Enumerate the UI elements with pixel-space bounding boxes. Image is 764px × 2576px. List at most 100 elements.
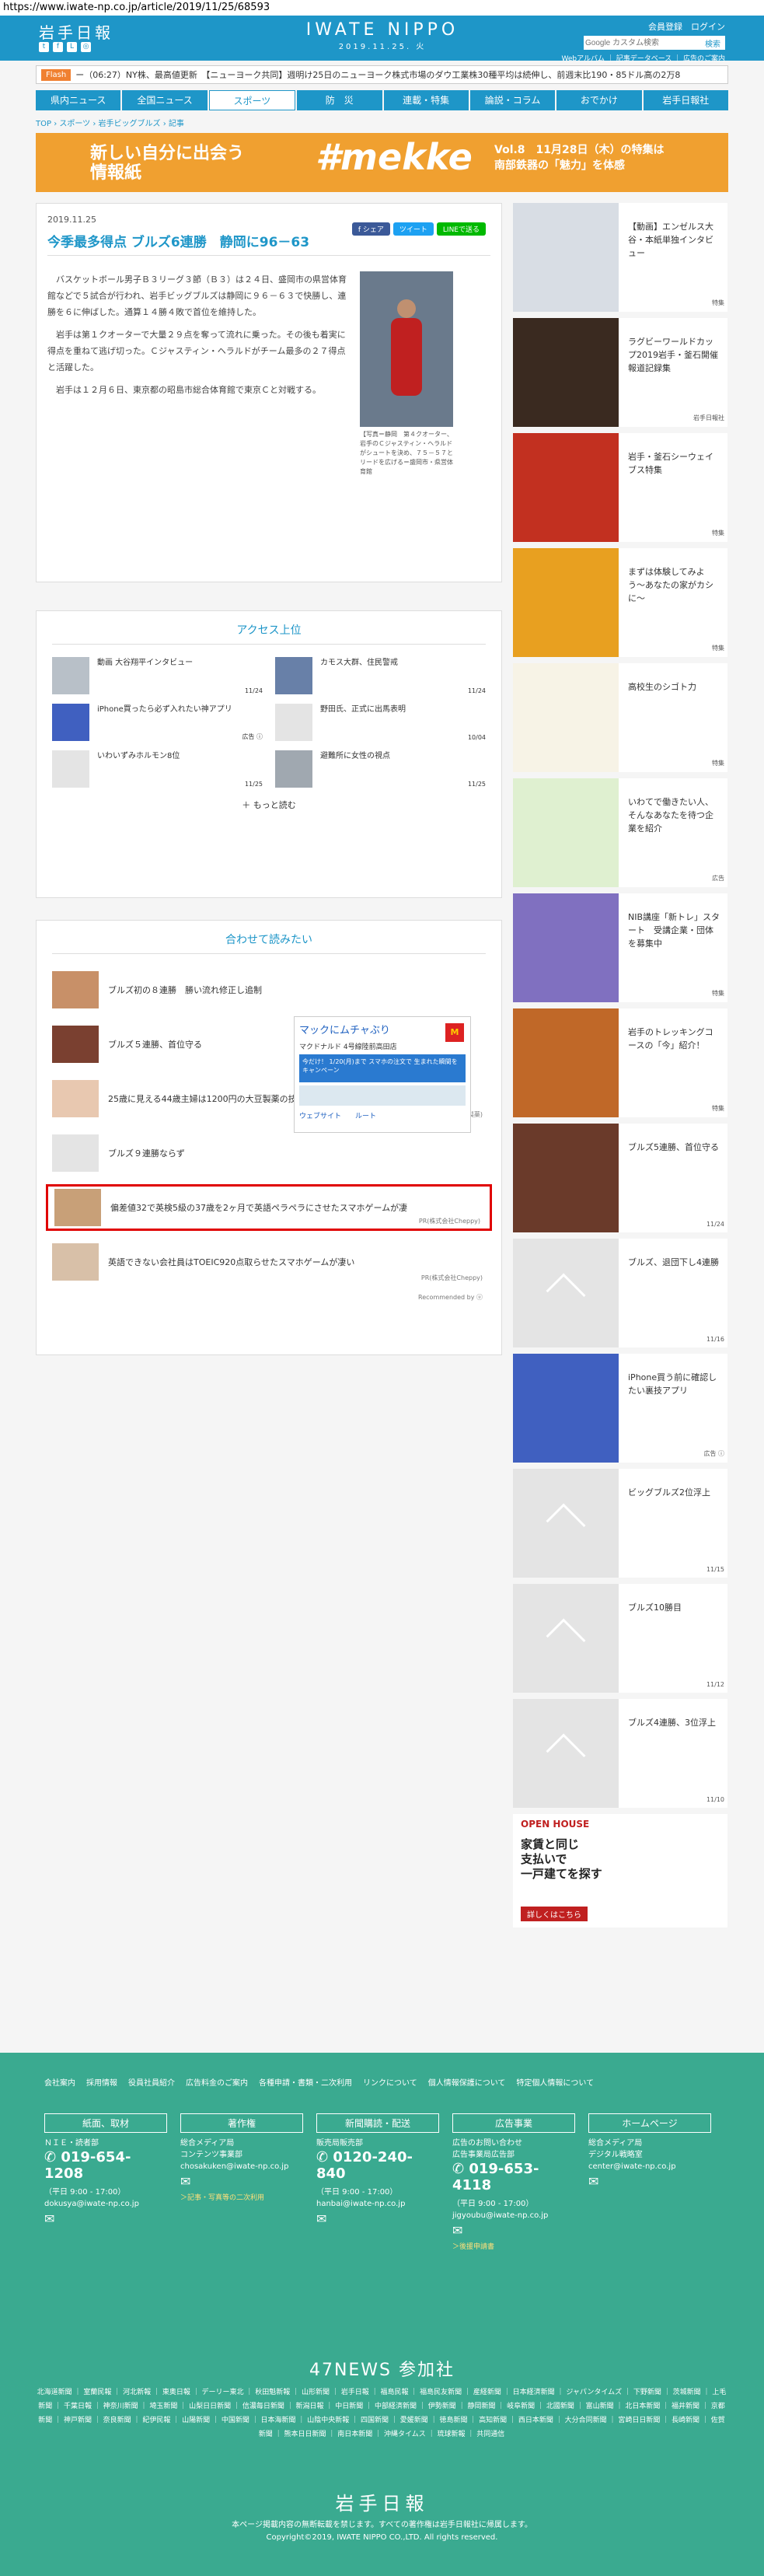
related-thumb (52, 1243, 99, 1281)
sidebar-item[interactable]: ブルズ、退団下し4連勝 11/16 (513, 1239, 727, 1347)
ad-cta[interactable]: 詳しくはこちら (521, 1907, 588, 1921)
sidebar-item[interactable]: いわてで働きたい人、そんなあなたを待つ企業を紹介 広告 (513, 778, 727, 887)
mekke-banner[interactable]: 新しい自分に出会う 情報紙 #mekke Vol.8 11月28日（木）の特集は… (36, 133, 728, 192)
f47-title: 47NEWS 参加社 (309, 2361, 455, 2380)
brand-name: IWATE NIPPO (305, 20, 459, 40)
access-item[interactable]: カモス大群、住民警戒 11/24 (275, 657, 486, 694)
footer-extra-link[interactable]: ＞後援申請書 (452, 2241, 575, 2251)
sidebar-item[interactable]: 【動画】エンゼルス大谷・本紙単独インタビュー 特集 (513, 203, 727, 312)
basketball-photo[interactable] (360, 271, 453, 427)
mail-icon[interactable]: ✉ (180, 2174, 303, 2189)
related-thumb (54, 1189, 101, 1226)
sidebar-title: 岩手・釜石シーウェイブス特集 (628, 452, 713, 475)
nav-item[interactable]: 論説・コラム (469, 90, 556, 110)
footer-link[interactable]: 採用情報 (86, 2076, 117, 2088)
nav-item[interactable]: 県内ニュース (36, 90, 121, 110)
access-item[interactable]: 野田氏、正式に出馬表明 10/04 (275, 704, 486, 741)
related-item[interactable]: ブルズ９連勝ならず (46, 1130, 492, 1176)
footer-link[interactable]: リンクについて (363, 2076, 417, 2088)
sidebar-date: 11/16 (706, 1336, 724, 1343)
tweet-button[interactable]: ツイート (392, 222, 434, 236)
mail-link[interactable]: hanbai@iwate-np.co.jp (316, 2200, 439, 2208)
sidebar-item[interactable]: 岩手のトレッキングコースの「今」紹介！ 特集 (513, 1008, 727, 1117)
search-input[interactable] (584, 36, 700, 50)
nav-item[interactable]: 岩手日報社 (643, 90, 728, 110)
brand[interactable]: IWATE NIPPO 2019.11.25. 火 (305, 20, 460, 51)
sidebar-date: 特集 (712, 760, 724, 767)
map-ad-links[interactable]: ウェブサイト ルート (295, 1106, 470, 1125)
sidebar-item[interactable]: ラグビーワールドカップ2019岩手・釜石開催報道記録集 岩手日報社 (513, 318, 727, 427)
footer-link[interactable]: 各種申請・書類・二次利用 (259, 2076, 352, 2088)
footer-link[interactable]: 広告料金のご案内 (186, 2076, 248, 2088)
sidebar-date: 広告 ⓘ (703, 1450, 724, 1457)
open-house-ad[interactable]: OPEN HOUSE 家賃と同じ 支払いで 一戸建てを探す 詳しくはこちら (513, 1814, 727, 1928)
footer-logo[interactable]: 岩手日報 (0, 2488, 764, 2515)
mail-icon[interactable]: ✉ (316, 2211, 439, 2226)
access-item[interactable]: 避難所に女性の視点 11/25 (275, 750, 486, 788)
related-item[interactable]: 英語できない会社員はTOEIC920点取らせたスマホゲームが凄い PR(株式会社C… (46, 1239, 492, 1285)
instagram-icon[interactable]: ◎ (81, 42, 91, 52)
sidebar-item[interactable]: ビッグブルズ2位浮上 11/15 (513, 1469, 727, 1578)
more-button[interactable]: ＋ もっと読む (37, 799, 501, 811)
member-links[interactable]: 会員登録 ログイン (648, 20, 725, 33)
f47-list[interactable]: 北海道新聞 ｜ 室蘭民報 ｜ 河北新報 ｜ 東奥日報 ｜ デーリー東北 ｜ 秋田… (36, 2386, 727, 2441)
sidebar-item[interactable]: 高校生のシゴト力 特集 (513, 663, 727, 772)
mail-icon[interactable]: ✉ (44, 2211, 167, 2226)
nav-item[interactable]: 全国ニュース (122, 90, 208, 110)
mail-link[interactable]: jigyoubu@iwate-np.co.jp (452, 2211, 575, 2220)
mail-link[interactable]: chosakuken@iwate-np.co.jp (180, 2162, 303, 2171)
line-share-button[interactable]: LINEで送る (436, 222, 486, 236)
footer-link[interactable]: 役員社員紹介 (128, 2076, 175, 2088)
phone-number[interactable]: ✆ 019-653-4118 (452, 2161, 575, 2193)
sidebar-item[interactable]: ブルズ5連勝、首位守る 11/24 (513, 1124, 727, 1232)
related-item[interactable]: ブルズ初の８連勝 勝い流れ修正し追制 (46, 966, 492, 1013)
footer-extra-link[interactable]: ＞記事・写真等の二次利用 (180, 2192, 303, 2202)
sidebar-item[interactable]: NIB講座「新トレ」スタート 受講企業・団体を募集中 特集 (513, 893, 727, 1002)
sidebar-date: 特集 (712, 530, 724, 537)
footer-links: 会社案内 採用情報 役員社員紹介 広告料金のご案内 各種申請・書類・二次利用 リンクについ… (44, 2076, 619, 2088)
sidebar: 【動画】エンゼルス大谷・本紙単独インタビュー 特集 ラグビーワールドカップ2019岩… (513, 203, 727, 1928)
footer-col-head: 著作権 (180, 2113, 303, 2133)
sidebar-item[interactable]: ブルズ4連勝、3位浮上 11/10 (513, 1699, 727, 1808)
related-item-highlighted[interactable]: 偏差値32で英検5級の37歳を2ヶ月で英語ペラペラにさせたスマホゲームが凄 PR(… (46, 1184, 492, 1231)
mail-link[interactable]: center@iwate-np.co.jp (588, 2162, 711, 2171)
breadcrumb[interactable]: TOP › スポーツ › 岩手ビッグブルズ › 記事 (36, 117, 728, 128)
facebook-share-button[interactable]: f シェア (351, 222, 390, 236)
mail-icon[interactable]: ✉ (588, 2174, 711, 2189)
sidebar-item[interactable]: ブルズ10勝目 11/12 (513, 1584, 727, 1693)
footer-link[interactable]: 個人情報保護について (428, 2076, 506, 2088)
related-articles: 合わせて読みたい ブルズ初の８連勝 勝い流れ修正し追制 ブルズ５連勝、首位守る … (36, 920, 502, 1355)
header-sub-links[interactable]: Webアルバム ｜ 記事データベース ｜ 広告のご案内 (561, 53, 725, 63)
footer-link[interactable]: 会社案内 (44, 2076, 75, 2088)
phone-number[interactable]: ✆ 0120-240-840 (316, 2149, 439, 2182)
nav-item[interactable]: おでかけ (556, 90, 642, 110)
sidebar-item[interactable]: 岩手・釜石シーウェイブス特集特集 (513, 433, 727, 542)
sidebar-thumb (513, 778, 619, 887)
article-photo[interactable]: 【写真＝静岡 第４クオーター、岩手のＣジャスティン・ヘラルドがシュートを決め、７… (360, 271, 453, 477)
flash-text[interactable]: ー（06:27）NY株、最高値更新 【ニューヨーク共同】週明け25日のニューヨー… (75, 68, 680, 81)
search-button[interactable]: 検索 (700, 36, 725, 50)
sidebar-item[interactable]: iPhone買う前に確認したい裏技アプリ 広告 ⓘ (513, 1354, 727, 1463)
access-item[interactable]: iPhone買ったら必ず入れたい神アプリ 広告 ⓘ (52, 704, 263, 741)
access-item[interactable]: いわいずみホルモン8位 11/25 (52, 750, 263, 788)
related-thumb (52, 1080, 99, 1117)
recommended-by[interactable]: Recommended by ⓤ (37, 1293, 483, 1302)
map-ad-banner: 今だけ！ 1/20(月)まで スマホの注文で 生まれた瞬間をキャンペーン (299, 1054, 466, 1082)
nav-item-active[interactable]: スポーツ (208, 90, 296, 110)
nav-item[interactable]: 防 災 (297, 90, 382, 110)
mail-icon[interactable]: ✉ (452, 2223, 575, 2238)
nav-item[interactable]: 連載・特集 (383, 90, 469, 110)
sidebar-item[interactable]: まずは体験してみよう〜あなたの家がカシに〜 特集 (513, 548, 727, 657)
map-ad[interactable]: マックにムチャぶり マクドナルド 4号線陸前高田店 今だけ！ 1/20(月)まで… (294, 1016, 471, 1133)
mail-link[interactable]: dokusya@iwate-np.co.jp (44, 2200, 167, 2208)
twitter-icon[interactable]: t (39, 42, 49, 52)
line-icon[interactable]: L (67, 42, 77, 52)
facebook-icon[interactable]: f (53, 42, 63, 52)
footer-column: 広告事業 広告のお問い合わせ 広告事業局広告部 ✆ 019-653-4118 （平日 … (452, 2113, 575, 2251)
footer-link[interactable]: 特定個人情報について (516, 2076, 594, 2088)
phone-number[interactable]: ✆ 019-654-1208 (44, 2149, 167, 2182)
site-logo[interactable]: 岩手日報 (39, 20, 113, 43)
url-bar[interactable]: https://www.iwate-np.co.jp/article/2019/… (0, 0, 764, 16)
sidebar-title: ブルズ、退団下し4連勝 (628, 1257, 719, 1267)
access-item[interactable]: 動画 大谷翔平インタビュー 11/24 (52, 657, 263, 694)
